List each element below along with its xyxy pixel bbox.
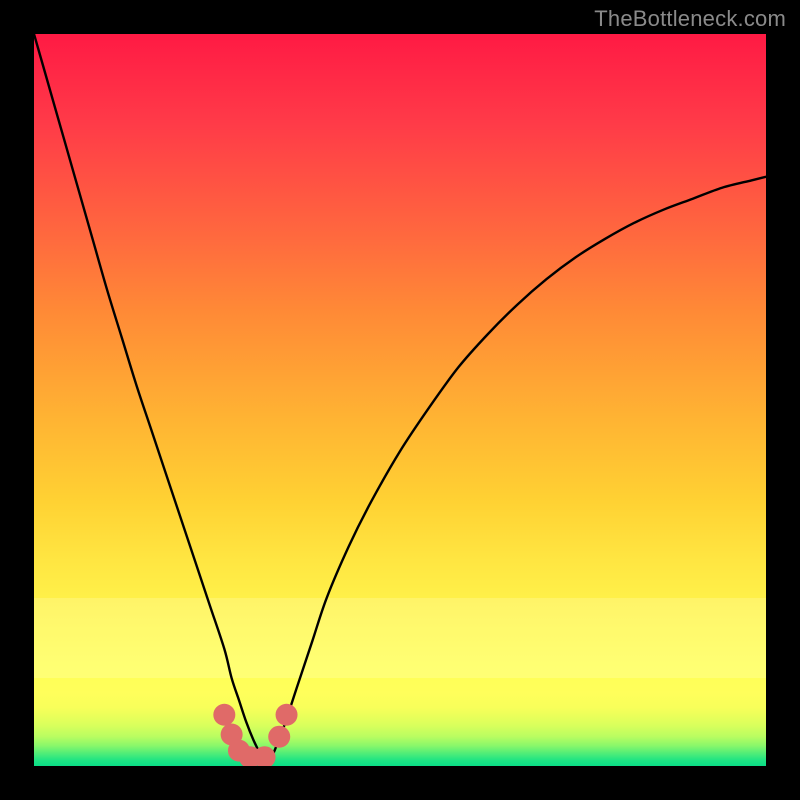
bottleneck-curve (34, 34, 766, 766)
near-zero-markers (213, 704, 297, 766)
watermark-text: TheBottleneck.com (594, 6, 786, 32)
marker-dot (276, 704, 298, 726)
chart-frame: TheBottleneck.com (0, 0, 800, 800)
plot-area (34, 34, 766, 766)
marker-dot (268, 726, 290, 748)
curve-left-branch (34, 34, 268, 766)
curve-right-branch (268, 177, 766, 766)
marker-dot (213, 704, 235, 726)
